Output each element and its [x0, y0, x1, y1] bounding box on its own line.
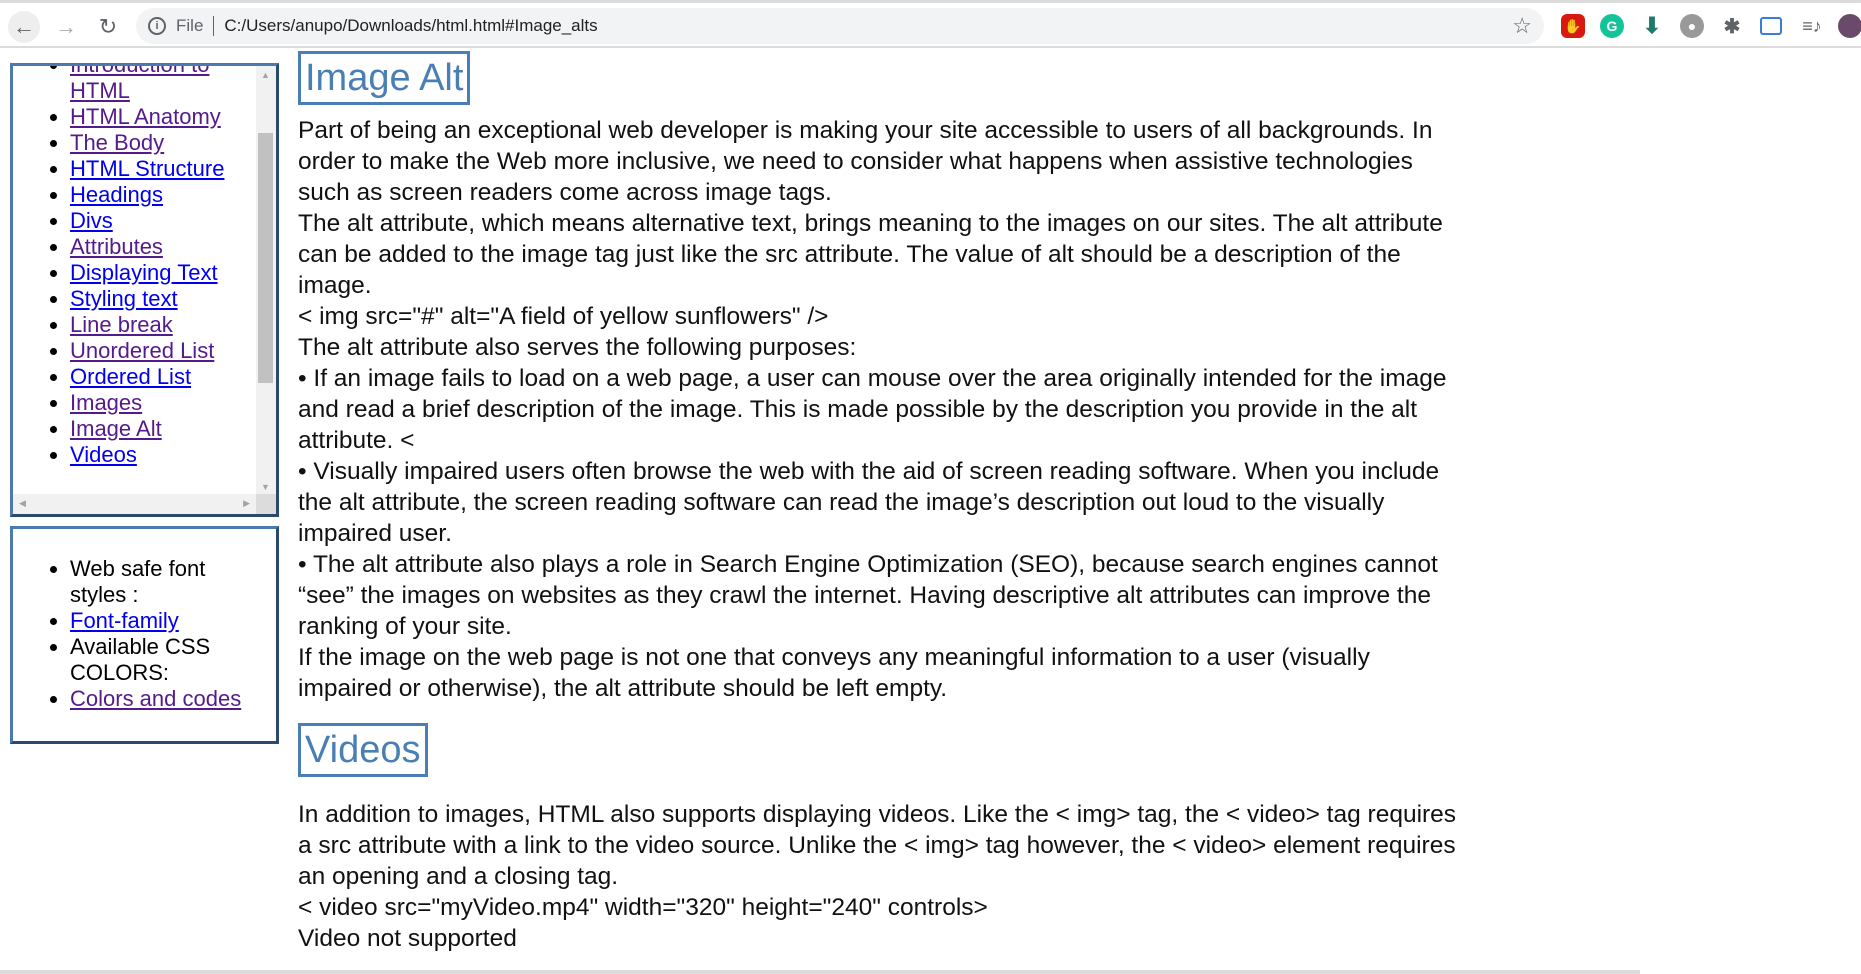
sidebar-list: Introduction toHTML HTML Anatomy The Bod…: [13, 66, 256, 468]
text-line: the alt attribute, the screen reading so…: [298, 489, 1385, 516]
section-body: Part of being an exceptional web develop…: [298, 115, 1558, 704]
sidebar-link[interactable]: Attributes: [70, 234, 163, 259]
browser-toolbar: ← → ↻ i File C:/Users/anupo/Downloads/ht…: [0, 0, 1861, 48]
text-line: can be added to the image tag just like …: [298, 241, 1401, 268]
section-heading: Videos: [298, 723, 428, 777]
sidebar-link[interactable]: Divs: [70, 208, 113, 233]
vertical-scrollbar[interactable]: ▲ ▼: [256, 66, 276, 496]
sidebar-resources: Web safe fontstyles : Font-family Availa…: [10, 526, 279, 744]
sidebar-item-line-break: Line break: [70, 312, 256, 338]
text-line: “see” the images on websites as they cra…: [298, 582, 1431, 609]
sidebar-link[interactable]: Line break: [70, 312, 173, 337]
info-icon[interactable]: i: [148, 17, 166, 35]
sidebar-item-images: Images: [70, 390, 256, 416]
grammarly-extension-icon[interactable]: G: [1600, 14, 1624, 38]
sidebar-item-displaying-text: Displaying Text: [70, 260, 256, 286]
text-line: < img src="#" alt="A field of yellow sun…: [298, 303, 829, 330]
sidebar-link[interactable]: Headings: [70, 182, 163, 207]
sidebar-item-image-alt: Image Alt: [70, 416, 256, 442]
profile-avatar[interactable]: [1838, 14, 1861, 38]
sidebar-link[interactable]: Videos: [70, 442, 137, 467]
adblock-extension-icon[interactable]: ✋: [1561, 14, 1585, 38]
text-line: an opening and a closing tag.: [298, 863, 619, 890]
scroll-right-arrow-icon[interactable]: ▶: [243, 498, 250, 509]
horizontal-page-scrollbar[interactable]: [0, 970, 1640, 974]
divider: [213, 16, 215, 36]
section-image-alt: Image Alt Part of being an exceptional w…: [298, 51, 1558, 704]
horizontal-scrollbar[interactable]: ◀ ▶: [13, 494, 256, 514]
text-line: order to make the Web more inclusive, we…: [298, 148, 1413, 175]
scroll-left-arrow-icon[interactable]: ◀: [19, 498, 26, 509]
text-line: ranking of your site.: [298, 613, 512, 640]
sidebar-item-headings: Headings: [70, 182, 256, 208]
sidebar-item-ordered-list: Ordered List: [70, 364, 256, 390]
resource-item-css-colors: Available CSSCOLORS:: [70, 634, 253, 686]
text-line: Part of being an exceptional web develop…: [298, 117, 1433, 144]
sidebar-link[interactable]: Unordered List: [70, 338, 214, 363]
sidebar-item-styling-text: Styling text: [70, 286, 256, 312]
url-scheme: File: [176, 16, 204, 35]
resource-item-web-safe: Web safe fontstyles :: [70, 556, 253, 608]
section-body: In addition to images, HTML also support…: [298, 799, 1558, 954]
back-button[interactable]: ←: [8, 11, 40, 43]
sidebar-item-attributes: Attributes: [70, 234, 256, 260]
resources-list: Web safe fontstyles : Font-family Availa…: [13, 556, 253, 712]
scrollbar-thumb[interactable]: [258, 133, 273, 383]
text-line: impaired or otherwise), the alt attribut…: [298, 675, 948, 702]
resource-item-colors-codes: Colors and codes: [70, 686, 253, 712]
text-line: • The alt attribute also plays a role in…: [298, 551, 1438, 578]
address-bar[interactable]: i File C:/Users/anupo/Downloads/html.htm…: [136, 8, 1544, 44]
main-content: Image Alt Part of being an exceptional w…: [298, 51, 1558, 954]
media-control-icon[interactable]: ≡♪: [1800, 14, 1824, 38]
sidebar-item-unordered-list: Unordered List: [70, 338, 256, 364]
sidebar-link[interactable]: Image Alt: [70, 416, 162, 441]
film-reel-extension-icon[interactable]: ●: [1680, 14, 1704, 38]
text-line: • Visually impaired users often browse t…: [298, 458, 1440, 485]
sidebar-nav: Introduction toHTML HTML Anatomy The Bod…: [10, 63, 279, 517]
extensions-puzzle-icon[interactable]: ✱: [1720, 14, 1744, 38]
colors-codes-link[interactable]: Colors and codes: [70, 686, 241, 711]
scrollbar-corner: [256, 494, 276, 514]
reload-button[interactable]: ↻: [92, 11, 124, 43]
url-text[interactable]: C:/Users/anupo/Downloads/html.html#Image…: [224, 16, 597, 36]
sidebar-item-introduction: Introduction toHTML: [70, 66, 256, 104]
sidebar-item-divs: Divs: [70, 208, 256, 234]
sidebar-link[interactable]: Displaying Text: [70, 260, 218, 285]
sidebar-link[interactable]: The Body: [70, 130, 164, 155]
sidebar-item-the-body: The Body: [70, 130, 256, 156]
text-line: The alt attribute also serves the follow…: [298, 334, 857, 361]
text-line: • If an image fails to load on a web pag…: [298, 365, 1447, 392]
text-line: such as screen readers come across image…: [298, 179, 832, 206]
sidebar-link[interactable]: Introduction to HTML: [70, 66, 209, 103]
section-videos: Videos In addition to images, HTML also …: [298, 723, 1558, 954]
scroll-up-arrow-icon[interactable]: ▲: [261, 70, 270, 80]
resource-item-font-family: Font-family: [70, 608, 253, 634]
text-line: attribute. <: [298, 427, 415, 454]
text-line: a src attribute with a link to the video…: [298, 832, 1456, 859]
sidebar-link[interactable]: Styling text: [70, 286, 178, 311]
sidebar-link[interactable]: HTML Structure: [70, 156, 224, 181]
sidebar-item-html-anatomy: HTML Anatomy: [70, 104, 256, 130]
sidebar-link[interactable]: HTML Anatomy: [70, 104, 221, 129]
download-extension-icon[interactable]: ⬇: [1640, 13, 1664, 38]
text-line: and read a brief description of the imag…: [298, 396, 1418, 423]
sidebar-link[interactable]: Ordered List: [70, 364, 191, 389]
text-line: < video src="myVideo.mp4" width="320" he…: [298, 894, 988, 921]
text-line: impaired user.: [298, 520, 452, 547]
scroll-down-arrow-icon[interactable]: ▼: [261, 482, 270, 492]
cast-icon[interactable]: [1760, 17, 1782, 35]
forward-button[interactable]: →: [50, 11, 82, 43]
text-line: If the image on the web page is not one …: [298, 644, 1370, 671]
section-heading: Image Alt: [298, 51, 471, 105]
text-line: image.: [298, 272, 372, 299]
text-line: The alt attribute, which means alternati…: [298, 210, 1443, 237]
text-line: Video not supported: [298, 925, 517, 952]
bookmark-star-icon[interactable]: ☆: [1512, 13, 1532, 39]
sidebar-link[interactable]: Images: [70, 390, 142, 415]
text-line: In addition to images, HTML also support…: [298, 801, 1457, 828]
sidebar-item-videos: Videos: [70, 442, 256, 468]
font-family-link[interactable]: Font-family: [70, 608, 179, 633]
sidebar-item-html-structure: HTML Structure: [70, 156, 256, 182]
